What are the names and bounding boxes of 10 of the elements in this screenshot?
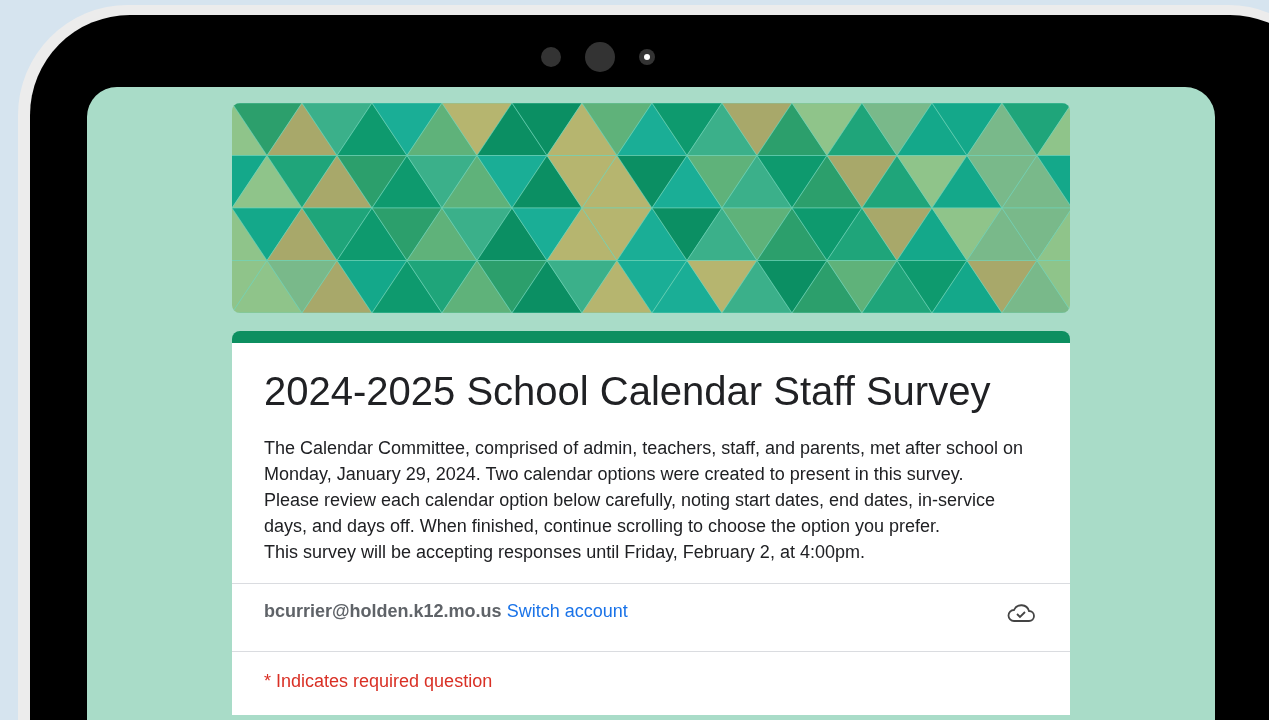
description-paragraph: This survey will be accepting responses until Friday, February 2, at 4:00pm. — [264, 541, 866, 564]
sensor-icon — [541, 47, 561, 67]
description-paragraph: Please review each calendar option below carefully, noting start dates, end dates, in-service days, and days off. When finished, continue scrolling to choose the option you prefer. — [264, 489, 997, 538]
form-title: 2024-2025 School Calendar Staff Survey — [264, 368, 992, 415]
switch-account-link[interactable]: Switch account — [506, 598, 628, 625]
camera-icon — [585, 42, 615, 72]
camera-lens-icon — [639, 49, 655, 65]
required-question-note: * Indicates required question — [264, 670, 494, 693]
account-email: bcurrier@holden.k12.mo.us — [264, 600, 502, 623]
description-paragraph: The Calendar Committee, comprised of admin, teachers, staff, and parents, met after school on Monday, January 29, 2024. Two calendar options were created to present in this survey. — [264, 437, 1025, 486]
